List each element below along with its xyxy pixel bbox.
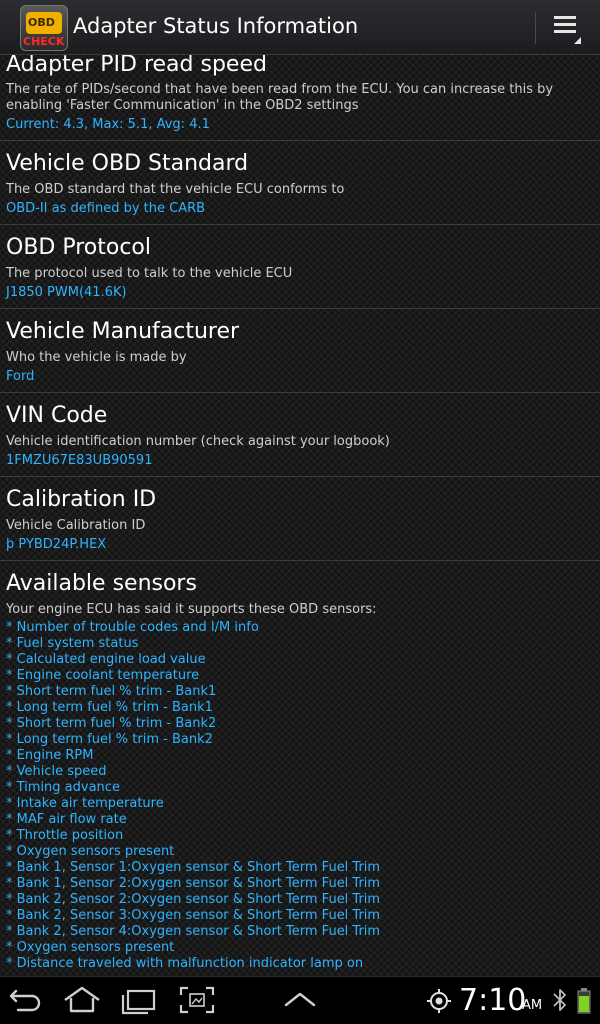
status-info-list[interactable]: Adapter PID read speed The rate of PIDs/… — [0, 55, 600, 976]
sensor-item: * Throttle position — [6, 828, 124, 843]
action-bar: OBD CHECK Adapter Status Information — [0, 0, 600, 55]
screen: OBD CHECK Adapter Status Information Ada… — [0, 0, 600, 1024]
sensor-item: * Timing advance — [6, 780, 120, 795]
list-divider — [0, 308, 600, 309]
sensor-item: * Long term fuel % trim - Bank2 — [6, 732, 213, 747]
sensor-item: * Engine RPM — [6, 748, 94, 763]
list-divider — [0, 140, 600, 141]
sensor-item: * Bank 1, Sensor 2:Oxygen sensor & Short… — [6, 876, 381, 891]
item-value: 1FMZU67E83UB90591 — [6, 453, 153, 468]
sensor-item: * Long term fuel % trim - Bank1 — [6, 700, 213, 715]
sensor-item: * Bank 1, Sensor 1:Oxygen sensor & Short… — [6, 860, 381, 875]
item-value: Ford — [6, 369, 35, 384]
gps-icon — [425, 985, 453, 1015]
action-bar-divider — [535, 12, 536, 44]
item-title: Vehicle Manufacturer — [6, 319, 240, 344]
item-value: J1850 PWM(41.6K) — [6, 285, 127, 300]
obd-check-app-icon[interactable]: OBD CHECK — [20, 5, 68, 51]
sensor-item: * MAF air flow rate — [6, 812, 127, 827]
status-ampm: AM — [522, 998, 543, 1013]
menu-line — [554, 16, 576, 19]
back-icon[interactable] — [6, 985, 46, 1015]
item-description: The protocol used to talk to the vehicle… — [6, 266, 293, 281]
item-description: The rate of PIDs/second that have been r… — [6, 82, 554, 113]
menu-line — [554, 23, 576, 26]
item-description: Vehicle identification number (check aga… — [6, 434, 390, 449]
sensor-item: * Oxygen sensors present — [6, 940, 175, 955]
item-title: Calibration ID — [6, 487, 157, 512]
sensor-item: * Short term fuel % trim - Bank1 — [6, 684, 217, 699]
item-value: Current: 4.3, Max: 5.1, Avg: 4.1 — [6, 117, 210, 132]
status-clock: 7:10 — [459, 983, 527, 1018]
item-title: VIN Code — [6, 403, 108, 428]
bluetooth-icon — [550, 985, 570, 1015]
sensor-item: * Bank 2, Sensor 3:Oxygen sensor & Short… — [6, 908, 381, 923]
sensor-item: * Intake air temperature — [6, 796, 164, 811]
sensor-item: * Distance traveled with malfunction ind… — [6, 956, 364, 971]
item-description: The OBD standard that the vehicle ECU co… — [6, 182, 345, 197]
app-icon-check-text: CHECK — [23, 35, 65, 48]
item-description: Who the vehicle is made by — [6, 350, 187, 365]
menu-corner-triangle — [574, 37, 581, 44]
item-title: Vehicle OBD Standard — [6, 151, 249, 176]
recent-apps-icon[interactable] — [120, 985, 160, 1015]
list-divider — [0, 392, 600, 393]
sensor-item: * Number of trouble codes and I/M info — [6, 620, 259, 635]
sensor-list: * Number of trouble codes and I/M info *… — [6, 620, 380, 972]
engine-light-icon: OBD — [26, 12, 62, 34]
item-description: Vehicle Calibration ID — [6, 518, 146, 533]
sensor-item: * Bank 2, Sensor 4:Oxygen sensor & Short… — [6, 924, 381, 939]
overflow-menu-icon[interactable] — [548, 10, 584, 46]
item-value: OBD-II as defined by the CARB — [6, 201, 206, 216]
list-divider — [0, 224, 600, 225]
item-title: OBD Protocol — [6, 235, 151, 260]
system-bar: 7:10 AM — [0, 976, 600, 1024]
page-title: Adapter Status Information — [73, 14, 359, 38]
sensor-item: * Short term fuel % trim - Bank2 — [6, 716, 217, 731]
sensor-item: * Bank 2, Sensor 2:Oxygen sensor & Short… — [6, 892, 381, 907]
screenshot-icon[interactable] — [177, 985, 217, 1015]
app-icon-obd-text: OBD — [28, 16, 55, 29]
item-title: Available sensors — [6, 571, 197, 596]
home-icon[interactable] — [62, 985, 102, 1015]
sensor-item: * Vehicle speed — [6, 764, 107, 779]
expand-up-icon[interactable] — [280, 985, 320, 1015]
menu-line — [554, 30, 576, 33]
item-description: Your engine ECU has said it supports the… — [6, 602, 377, 617]
list-divider — [0, 476, 600, 477]
sensor-item: * Calculated engine load value — [6, 652, 206, 667]
sensor-item: * Oxygen sensors present — [6, 844, 175, 859]
battery-icon — [574, 985, 594, 1015]
item-title: Adapter PID read speed — [6, 55, 267, 77]
sensor-item: * Engine coolant temperature — [6, 668, 200, 683]
item-value: þ PYBD24P.HEX — [6, 537, 107, 552]
list-divider — [0, 560, 600, 561]
sensor-item: * Fuel system status — [6, 636, 139, 651]
